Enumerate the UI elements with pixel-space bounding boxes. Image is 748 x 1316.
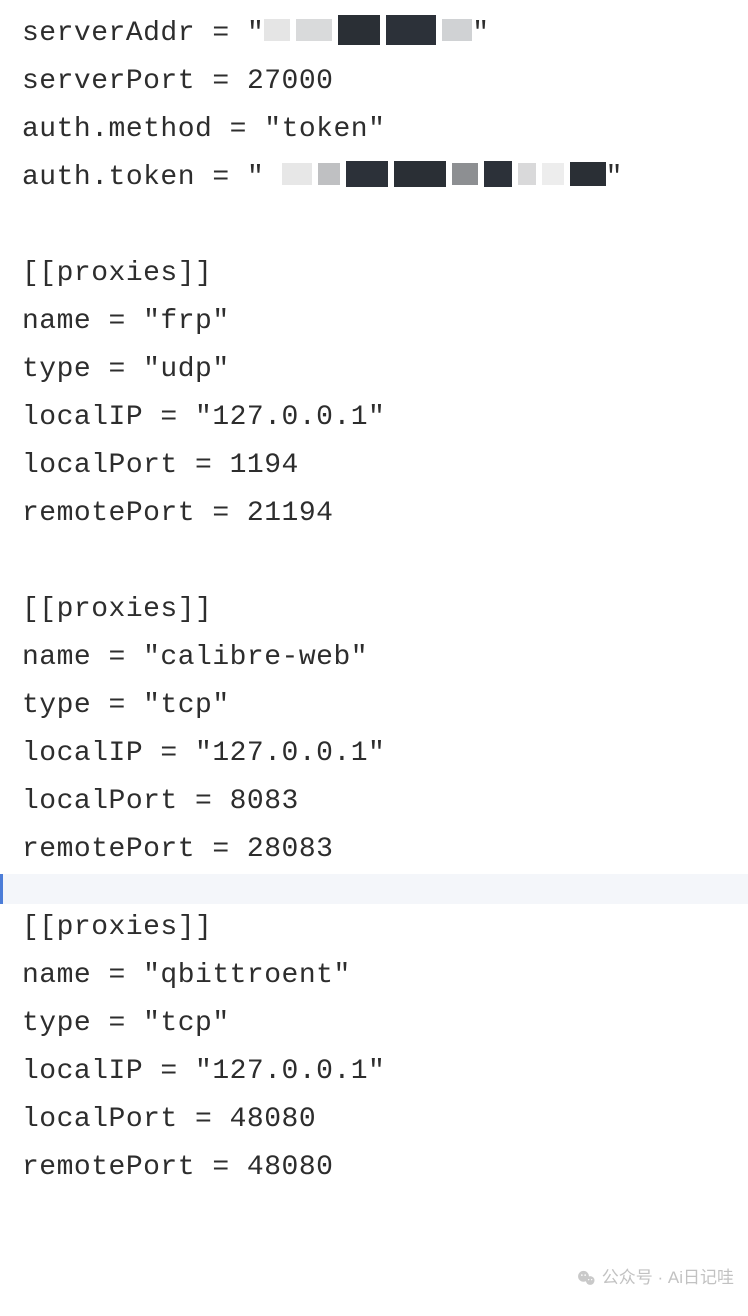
proxy-3-remoteport: remotePort = 48080 xyxy=(22,1144,748,1192)
blank-line xyxy=(22,202,748,250)
redacted-auth-token xyxy=(282,161,606,187)
proxy-2-remoteport: remotePort = 28083 xyxy=(22,826,748,874)
proxy-1-localport: localPort = 1194 xyxy=(22,442,748,490)
cfg-auth-token: auth.token = " " xyxy=(22,154,748,202)
proxies-header-3: [[proxies]] xyxy=(22,904,748,952)
proxy-1-localip: localIP = "127.0.0.1" xyxy=(22,394,748,442)
proxy-3-localip: localIP = "127.0.0.1" xyxy=(22,1048,748,1096)
proxies-header-1: [[proxies]] xyxy=(22,250,748,298)
blank-line xyxy=(22,538,748,586)
proxy-2-type: type = "tcp" xyxy=(22,682,748,730)
cfg-server-port: serverPort = 27000 xyxy=(22,58,748,106)
watermark-text: 公众号 · Ai日记哇 xyxy=(602,1254,734,1302)
proxy-1-remoteport: remotePort = 21194 xyxy=(22,490,748,538)
proxies-header-2: [[proxies]] xyxy=(22,586,748,634)
cfg-auth-method: auth.method = "token" xyxy=(22,106,748,154)
wechat-icon xyxy=(576,1268,596,1288)
proxy-2-localip: localIP = "127.0.0.1" xyxy=(22,730,748,778)
watermark: 公众号 · Ai日记哇 xyxy=(576,1254,734,1302)
proxy-3-localport: localPort = 48080 xyxy=(22,1096,748,1144)
redacted-server-addr xyxy=(264,15,472,45)
proxy-2-name: name = "calibre-web" xyxy=(22,634,748,682)
proxy-3-name: name = "qbittroent" xyxy=(22,952,748,1000)
cursor-line-highlight xyxy=(0,874,748,904)
proxy-2-localport: localPort = 8083 xyxy=(22,778,748,826)
proxy-1-type: type = "udp" xyxy=(22,346,748,394)
cfg-server-addr: serverAddr = "" xyxy=(22,10,748,58)
proxy-1-name: name = "frp" xyxy=(22,298,748,346)
proxy-3-type: type = "tcp" xyxy=(22,1000,748,1048)
